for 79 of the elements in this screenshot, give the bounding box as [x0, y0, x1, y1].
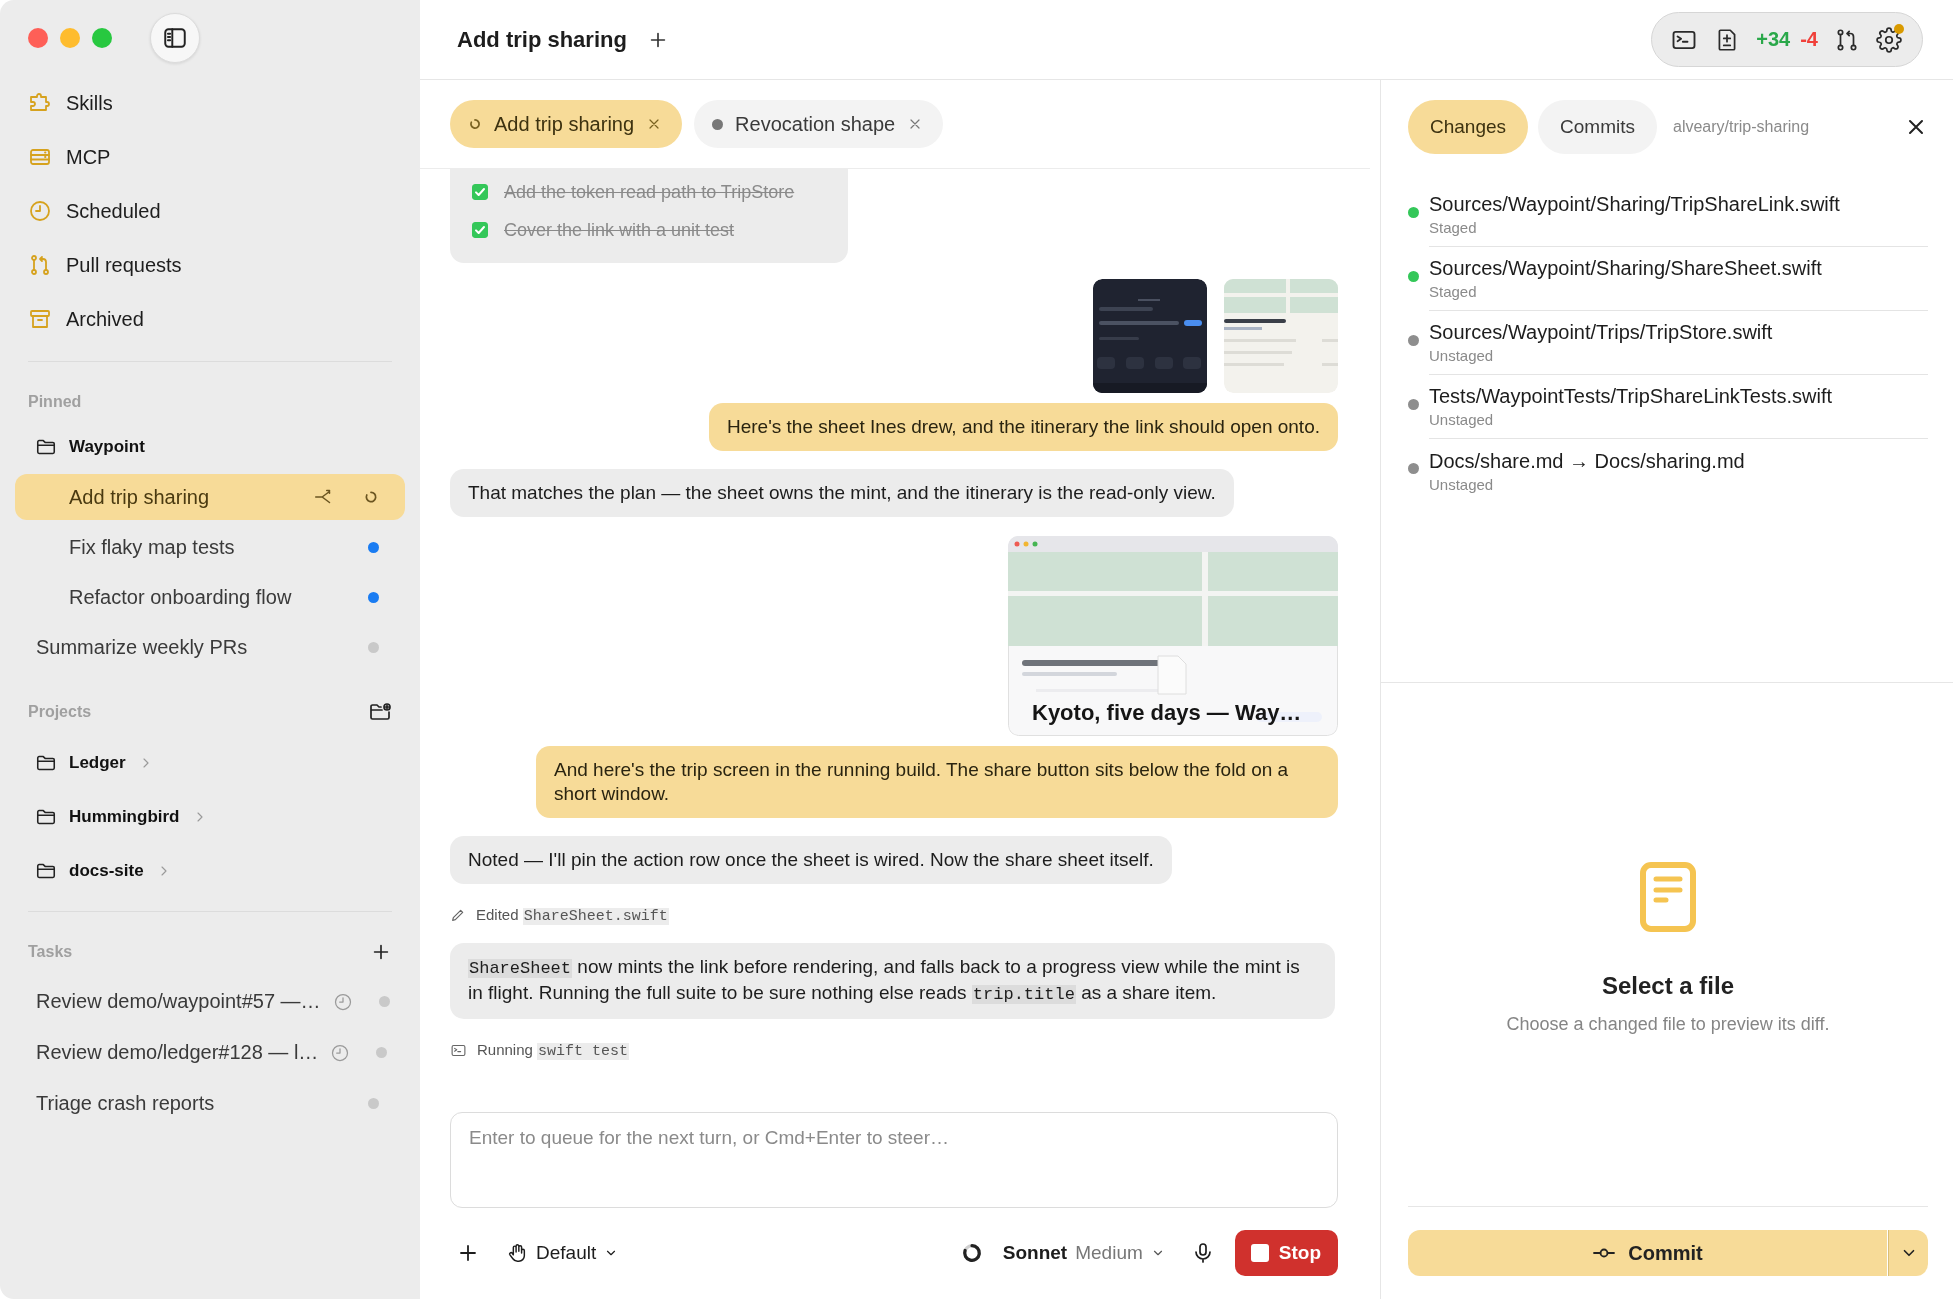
- activity-line: Edited ShareSheet.swift: [476, 905, 669, 925]
- nav-item[interactable]: Pull requests: [66, 253, 182, 277]
- file-path: Docs/share.md → Docs/sharing.md: [1429, 449, 1746, 473]
- model-dropdown[interactable]: Sonnet Medium: [996, 1238, 1171, 1268]
- empty-title: Select a file: [1601, 972, 1735, 1000]
- file-status: Staged: [1429, 283, 1478, 300]
- stop-button[interactable]: Stop: [1234, 1230, 1338, 1276]
- section-heading: Pinned: [28, 393, 82, 411]
- section-heading: Tasks: [28, 943, 73, 961]
- commit-button[interactable]: Commit: [1408, 1230, 1887, 1276]
- checklist-item: Cover the link with a unit test: [504, 219, 735, 241]
- screenshot-caption: Kyoto, five days — Way…: [1032, 700, 1302, 726]
- sidebar-icon: [162, 25, 188, 51]
- additions-count: +34: [1756, 28, 1791, 51]
- settings-icon: [1876, 26, 1902, 53]
- spinner-icon: [363, 489, 379, 505]
- close-window-button[interactable]: [28, 28, 48, 48]
- project-label[interactable]: Hummingbird: [69, 807, 180, 827]
- checkbox[interactable]: [472, 184, 488, 200]
- file-status: Unstaged: [1429, 475, 1495, 493]
- thread-title: Add trip sharing: [457, 26, 627, 53]
- task-item[interactable]: Review demo/ledger#128 — l…: [36, 1041, 319, 1064]
- mode-dropdown[interactable]: Default: [500, 1238, 625, 1268]
- thread-item[interactable]: Summarize weekly PRs: [15, 622, 405, 672]
- project-label[interactable]: docs-site: [69, 861, 144, 881]
- chat-tab[interactable]: Add trip sharing: [450, 100, 683, 148]
- task-item[interactable]: Review demo/waypoint#57 —…: [36, 990, 321, 1013]
- file-path: Sources/Waypoint/Sharing/ShareSheet.swift: [1429, 257, 1823, 280]
- user-message: Here's the sheet Ines drew, and the itinerary the link should open onto.: [709, 403, 1338, 451]
- file-item[interactable]: Sources/Waypoint/Sharing/TripShareLink.swift Staged: [1408, 183, 1928, 247]
- context-usage-icon: [960, 1242, 983, 1264]
- hand-icon: [506, 1242, 528, 1264]
- assistant-message: That matches the plan — the sheet owns the mint, and the itinerary is the read-only view.: [450, 469, 1234, 517]
- message-input[interactable]: Enter to queue for the next turn, or Cmd+Enter to steer…: [450, 1112, 1338, 1208]
- pull-request-icon: [28, 253, 52, 277]
- assistant-message: ShareSheet now mints the link before rendering, and falls back to a progress view while the mint is in flight. Running the full suite to be sure nothing else reads trip.title as a share item.: [450, 943, 1335, 1019]
- empty-description: Choose a changed file to preview its diff.: [1506, 1014, 1830, 1035]
- deletions-count: -4: [1800, 28, 1818, 51]
- checklist-item: Add the token read path to TripStore: [504, 181, 795, 203]
- pull-request-icon: [1834, 26, 1860, 53]
- thread-item[interactable]: Add trip sharing: [15, 474, 405, 520]
- file-item[interactable]: Tests/WaypointTests/TripShareLinkTests.swift Unstaged: [1408, 375, 1928, 439]
- chat-tab[interactable]: Revocation shape: [694, 100, 944, 148]
- project-label[interactable]: Ledger: [69, 753, 126, 773]
- pencil-icon: [450, 907, 466, 923]
- settings-button[interactable]: [1876, 26, 1902, 53]
- assistant-message: Noted — I'll pin the action row once the sheet is wired. Now the share sheet itself.: [450, 836, 1172, 884]
- clock-icon: [28, 199, 52, 223]
- file-item[interactable]: Sources/Waypoint/Sharing/ShareSheet.swift Staged: [1408, 247, 1928, 311]
- activity-line: Running swift test: [477, 1040, 630, 1060]
- file-path: Sources/Waypoint/Sharing/TripShareLink.swift: [1429, 193, 1841, 216]
- pull-request-button[interactable]: [1834, 26, 1860, 53]
- sidebar-toggle-button[interactable]: [150, 13, 200, 63]
- branch-name: alveary/trip-sharing: [1673, 118, 1811, 136]
- panel-tab[interactable]: Changes: [1408, 100, 1529, 154]
- status-dot: [712, 118, 724, 130]
- panel-tab[interactable]: Commits: [1538, 100, 1657, 154]
- nav-item[interactable]: Skills: [66, 91, 113, 115]
- file-path: Sources/Waypoint/Trips/TripStore.swift: [1429, 321, 1774, 344]
- nav-item[interactable]: Archived: [66, 307, 144, 331]
- archive-icon: [28, 307, 52, 331]
- thread-item[interactable]: Fix flaky map tests: [15, 522, 405, 572]
- task-item[interactable]: Triage crash reports: [36, 1092, 356, 1115]
- thread-item[interactable]: Refactor onboarding flow: [15, 572, 405, 622]
- checkbox[interactable]: [472, 222, 488, 238]
- file-item[interactable]: Docs/share.md → Docs/sharing.md Unstaged: [1408, 439, 1928, 503]
- file-status: Staged: [1429, 219, 1478, 236]
- folder-label[interactable]: Waypoint: [69, 437, 145, 457]
- file-status: Unstaged: [1429, 411, 1495, 428]
- stop-icon: [1250, 1244, 1269, 1262]
- nav-item[interactable]: MCP: [66, 145, 111, 169]
- document-icon: [1640, 862, 1696, 932]
- file-status: Unstaged: [1429, 347, 1495, 364]
- file-path: Tests/WaypointTests/TripShareLinkTests.swift: [1429, 385, 1834, 408]
- nav-item[interactable]: Scheduled: [66, 199, 161, 223]
- file-item[interactable]: Sources/Waypoint/Trips/TripStore.swift Unstaged: [1408, 311, 1928, 375]
- section-heading: Projects: [28, 703, 92, 721]
- spinner-icon: [468, 117, 482, 131]
- user-message: And here's the trip screen in the running build. The share button sits below the fold on a short window.: [536, 746, 1338, 818]
